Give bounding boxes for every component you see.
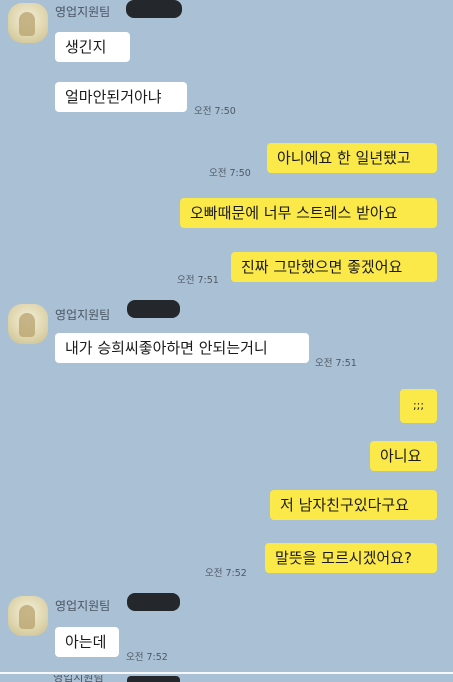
redacted-name bbox=[127, 676, 180, 682]
sender-name: 영업지원팀 bbox=[55, 308, 111, 322]
message-bubble[interactable]: 아니에요 한 일년됐고 bbox=[267, 143, 437, 173]
avatar[interactable] bbox=[8, 3, 48, 43]
avatar[interactable] bbox=[8, 304, 48, 344]
redacted-name bbox=[127, 300, 180, 318]
divider bbox=[0, 672, 453, 674]
message-bubble[interactable]: 아는데 bbox=[55, 627, 119, 657]
timestamp: 오전 7:50 bbox=[209, 168, 251, 179]
sender-name: 영업지원팀 bbox=[53, 675, 104, 682]
avatar-icon bbox=[19, 12, 35, 36]
redacted-name bbox=[126, 0, 182, 18]
message-bubble[interactable]: 생긴지 bbox=[55, 32, 130, 62]
timestamp: 오전 7:51 bbox=[315, 358, 357, 369]
sender-name: 영업지원팀 bbox=[55, 5, 111, 19]
message-bubble[interactable]: 진짜 그만했으면 좋겠어요 bbox=[231, 252, 437, 282]
message-bubble[interactable]: 아니요 bbox=[370, 441, 437, 471]
redacted-name bbox=[127, 593, 180, 611]
timestamp: 오전 7:52 bbox=[205, 568, 247, 579]
message-bubble[interactable]: 얼마안된거아냐 bbox=[55, 82, 187, 112]
avatar[interactable] bbox=[8, 596, 48, 636]
timestamp: 오전 7:51 bbox=[177, 275, 219, 286]
message-bubble[interactable]: ;;; bbox=[400, 389, 437, 423]
message-bubble[interactable]: 말뜻을 모르시겠어요? bbox=[265, 543, 437, 573]
sender-name: 영업지원팀 bbox=[55, 599, 111, 613]
avatar-icon bbox=[19, 605, 35, 629]
timestamp: 오전 7:50 bbox=[194, 106, 236, 117]
avatar-icon bbox=[19, 313, 35, 337]
timestamp: 오전 7:52 bbox=[126, 652, 168, 663]
message-bubble[interactable]: 오빠때문에 너무 스트레스 받아요 bbox=[180, 198, 437, 228]
message-bubble[interactable]: 내가 승희씨좋아하면 안되는거니 bbox=[55, 333, 309, 363]
message-bubble[interactable]: 저 남자친구있다구요 bbox=[270, 490, 437, 520]
